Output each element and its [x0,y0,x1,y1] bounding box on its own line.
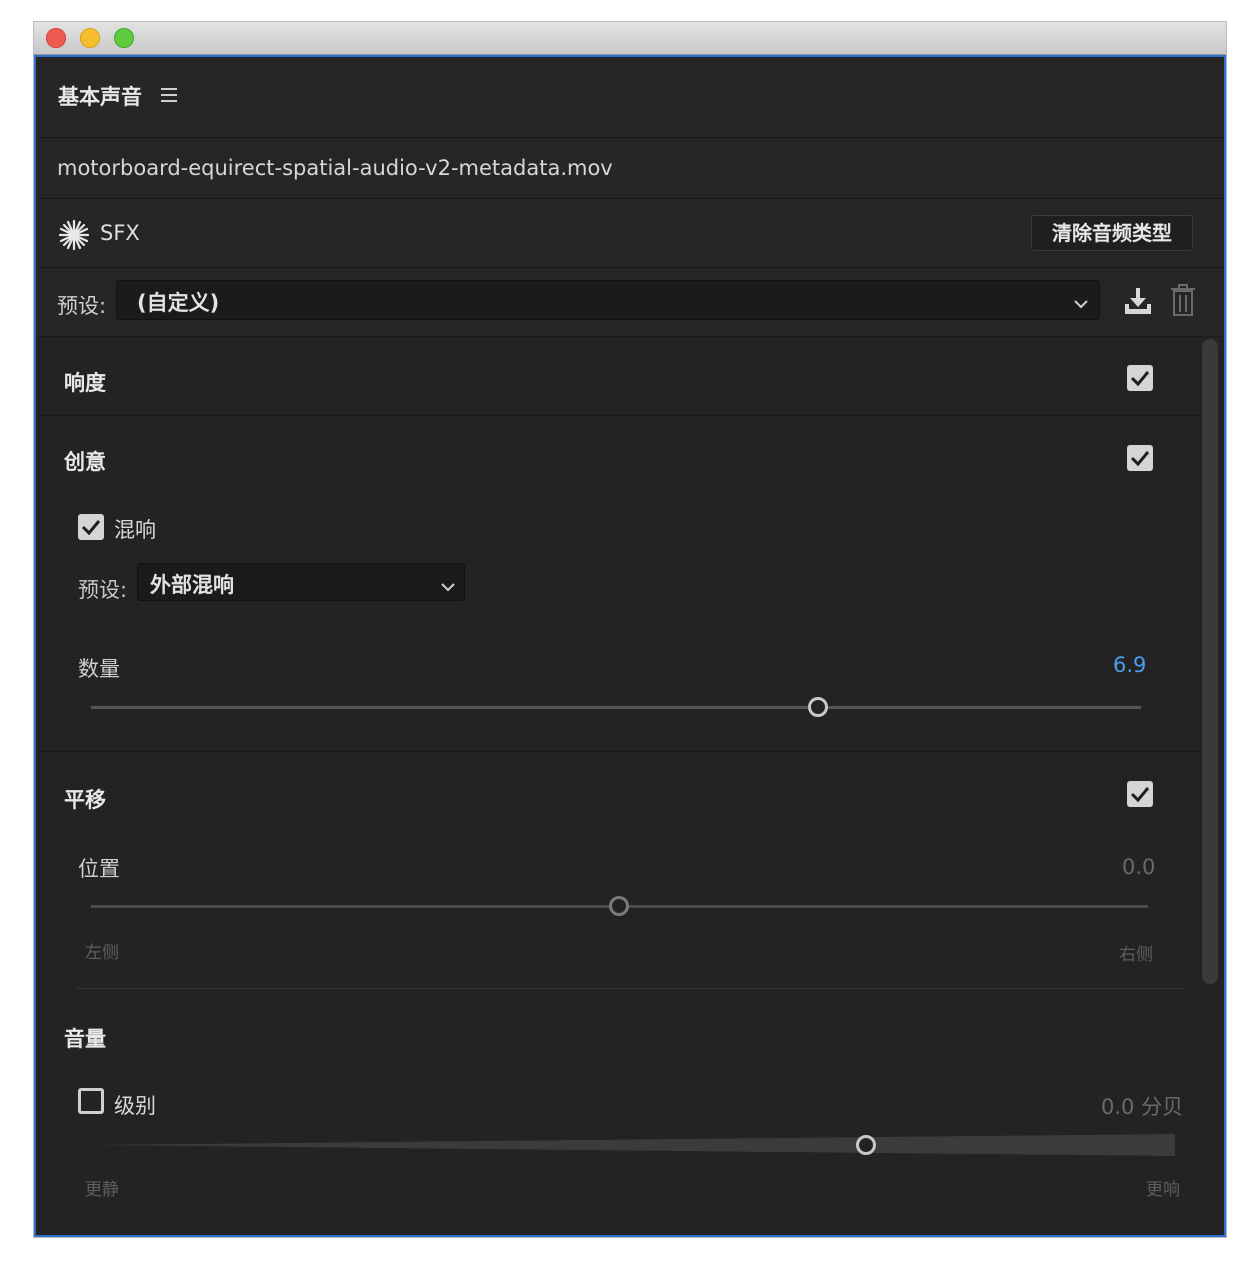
level-label: 级别 [114,1094,156,1118]
volume-title: 音量 [64,1027,106,1051]
clip-row: motorboard-equirect-spatial-audio-v2-met… [36,138,1224,199]
louder-label: 更响 [1146,1180,1180,1200]
quieter-label: 更静 [85,1180,119,1200]
zoom-window-button[interactable] [114,28,134,48]
loudness-section-header[interactable]: 响度 [36,337,1201,415]
window: 基本声音 motorboard-equirect-spatial-audio-v… [34,22,1226,1237]
creative-section-header[interactable]: 创意 [36,416,1201,496]
divider [76,988,1184,989]
title-bar [34,22,1226,55]
sfx-burst-icon [58,219,90,251]
panel-menu-icon[interactable] [160,87,178,103]
panning-section-header[interactable]: 平移 [36,752,1201,832]
creative-title: 创意 [64,450,106,474]
amount-value[interactable]: 6.9 [1113,653,1146,677]
clear-audio-type-button[interactable]: 清除音频类型 [1031,215,1193,251]
panel-title: 基本声音 [58,85,142,109]
save-preset-icon[interactable] [1122,285,1154,317]
sections-area: 响度 创意 混响 预设: 外部混响 数量 6.9 平移 位置 0.0 左侧 右侧… [36,337,1201,1235]
reverb-label: 混响 [114,518,156,542]
audio-type-label: SFX [100,221,140,245]
chevron-down-icon [440,577,456,596]
minimize-window-button[interactable] [80,28,100,48]
reverb-preset-dropdown[interactable]: 外部混响 [137,563,465,601]
level-value[interactable]: 0.0 分贝 [1101,1091,1183,1121]
preset-row: 预设: (自定义) [36,268,1224,337]
level-checkbox[interactable] [78,1088,104,1114]
loudness-enable-checkbox[interactable] [1127,365,1153,391]
pan-right-label: 右侧 [1119,945,1153,965]
position-value[interactable]: 0.0 [1122,855,1155,879]
preset-dropdown[interactable]: (自定义) [116,280,1100,320]
amount-label: 数量 [78,657,120,681]
clip-filename: motorboard-equirect-spatial-audio-v2-met… [57,156,613,180]
amount-slider-track[interactable] [91,706,1141,709]
pan-left-label: 左侧 [85,943,119,963]
preset-label: 预设: [57,294,107,318]
reverb-preset-value: 外部混响 [150,573,234,597]
loudness-title: 响度 [64,371,106,395]
level-slider-thumb[interactable] [856,1135,876,1155]
amount-slider-thumb[interactable] [808,697,828,717]
audio-type-row: SFX 清除音频类型 [36,199,1224,268]
panning-title: 平移 [64,788,106,812]
panel-header: 基本声音 [36,57,1224,138]
level-slider-track[interactable] [91,1133,1175,1157]
creative-enable-checkbox[interactable] [1127,445,1153,471]
position-slider-thumb[interactable] [609,896,629,916]
position-label: 位置 [78,857,120,881]
chevron-down-icon [1073,294,1089,313]
close-window-button[interactable] [46,28,66,48]
delete-preset-icon[interactable] [1170,283,1196,317]
reverb-checkbox[interactable] [78,514,104,540]
reverb-preset-label: 预设: [78,578,128,602]
essential-sound-panel: 基本声音 motorboard-equirect-spatial-audio-v… [34,55,1226,1237]
panning-enable-checkbox[interactable] [1127,781,1153,807]
preset-value: (自定义) [137,291,220,315]
scrollbar-thumb[interactable] [1202,339,1218,984]
